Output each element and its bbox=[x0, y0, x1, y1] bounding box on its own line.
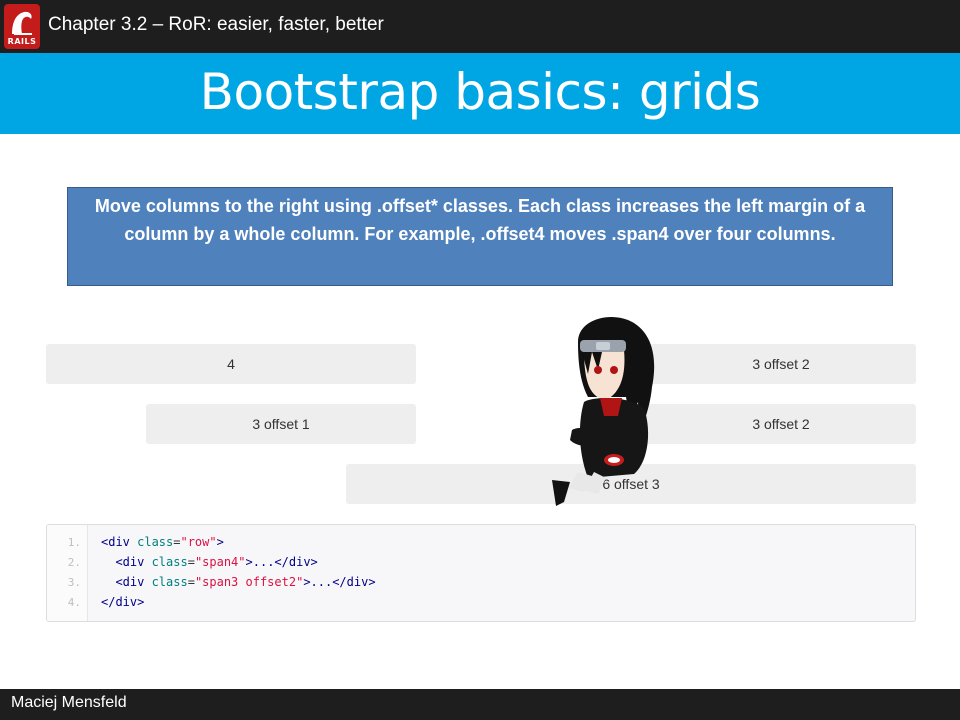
code-line: <div class="span4">...</div> bbox=[101, 555, 318, 569]
chibi-character-illustration bbox=[552, 316, 655, 506]
chapter-title: Chapter 3.2 – RoR: easier, faster, bette… bbox=[48, 14, 384, 35]
line-number: 3. bbox=[67, 576, 81, 589]
grid-cell-span3-offset2: 3 offset 2 bbox=[646, 344, 916, 384]
callout-text: Move columns to the right using .offset*… bbox=[94, 196, 866, 244]
grid-cell-span3-offset1: 3 offset 1 bbox=[146, 404, 416, 444]
line-number: 1. bbox=[67, 536, 81, 549]
title-bar: Bootstrap basics: grids bbox=[0, 53, 960, 134]
info-callout: Move columns to the right using .offset*… bbox=[67, 187, 893, 286]
grid-cell-span3-offset2: 3 offset 2 bbox=[646, 404, 916, 444]
line-number: 2. bbox=[67, 556, 81, 569]
logo-text: RAILS bbox=[7, 37, 37, 46]
footer-bar: Maciej Mensfeld bbox=[0, 689, 960, 720]
grid-cell-label: 3 offset 2 bbox=[752, 416, 810, 432]
code-example: 1. 2. 3. 4. <div class="row"> <div class… bbox=[46, 524, 916, 622]
grid-cell-span4: 4 bbox=[46, 344, 416, 384]
code-line: <div class="row"> bbox=[101, 535, 224, 549]
line-number-gutter: 1. 2. 3. 4. bbox=[47, 525, 88, 621]
rails-logo: RAILS bbox=[4, 4, 40, 49]
grid-cell-label: 3 offset 2 bbox=[752, 356, 810, 372]
line-number: 4. bbox=[67, 596, 81, 609]
slide-title: Bootstrap basics: grids bbox=[199, 63, 761, 121]
grid-cell-label: 4 bbox=[227, 356, 235, 372]
code-line: <div class="span3 offset2">...</div> bbox=[101, 575, 376, 589]
header-bar: RAILS Chapter 3.2 – RoR: easier, faster,… bbox=[0, 0, 960, 53]
author-name: Maciej Mensfeld bbox=[11, 694, 127, 711]
code-line: </div> bbox=[101, 595, 145, 609]
grid-cell-label: 3 offset 1 bbox=[252, 416, 310, 432]
